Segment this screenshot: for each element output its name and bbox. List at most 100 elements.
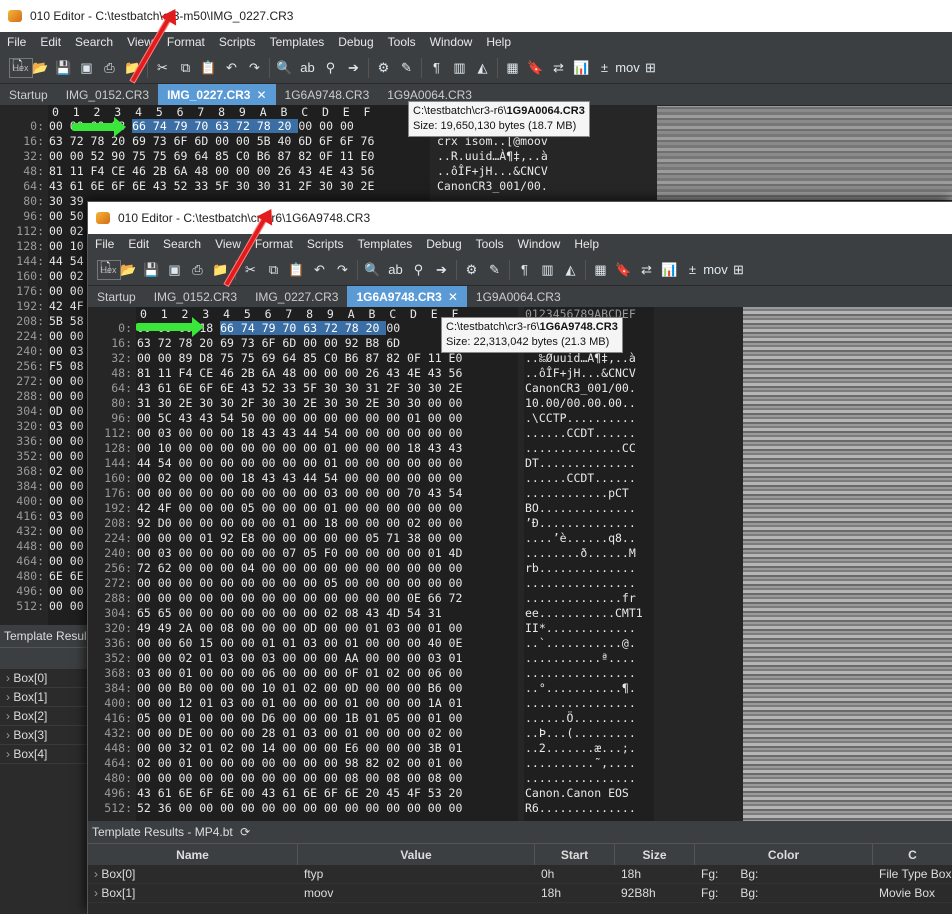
cut-icon[interactable]: ✂ [242,261,260,279]
open-folder-icon[interactable]: 📂 [32,59,50,77]
row-hex-bytes[interactable]: 00 00 [49,449,84,464]
menu-view[interactable]: View [208,237,248,251]
tree-row[interactable]: › Box[0] [0,669,87,688]
cut-icon[interactable]: ✂ [154,59,172,77]
row-ascii[interactable]: ..2.......æ...;. [525,741,636,756]
row-ascii[interactable]: BO.............. [525,501,636,516]
row-ascii[interactable]: ..............fr [525,591,636,606]
menu-search[interactable]: Search [68,35,120,49]
column-header-start[interactable]: Start [535,844,615,865]
row-ascii[interactable]: ..`...........@. [525,636,636,651]
tab-startup[interactable]: Startup [88,286,145,307]
row-hex-bytes[interactable]: 03 00 [49,509,84,524]
row-ascii[interactable]: ..R.uuid…À¶‡‚..à [437,149,548,164]
row-ascii[interactable]: ................ [525,666,636,681]
menu-scripts[interactable]: Scripts [212,35,263,49]
row-ascii[interactable]: ..........˜‚.... [525,756,636,771]
menu-format[interactable]: Format [160,35,212,49]
row-hex-bytes[interactable]: 5B 58 [49,314,84,329]
column-header-name[interactable]: Name [88,844,298,865]
row-ascii[interactable]: 10.00/00.00.00.. [525,396,636,411]
tab-1g9a0064-cr3[interactable]: 1G9A0064.CR3 [467,286,570,307]
compare-icon[interactable]: ⇄ [550,59,568,77]
tab-startup[interactable]: Startup [0,84,57,105]
row-hex-bytes[interactable]: F5 08 [49,359,84,374]
goto-icon[interactable]: ➔ [345,59,363,77]
refresh-icon[interactable]: ⟳ [240,825,250,839]
tree-row[interactable]: › Box[4] [0,745,87,764]
row-ascii[interactable]: ..°...........¶. [525,681,636,696]
hex-mode-icon[interactable]: Hex [96,259,121,280]
row-hex-bytes[interactable]: 00 00 [49,374,84,389]
template-row[interactable]: › Box[0] ftyp 0h 18h Fg: Bg: File Type Box [88,865,952,884]
menu-tools[interactable]: Tools [381,35,423,49]
paste-icon[interactable]: 📋 [200,59,218,77]
row-ascii[interactable]: R6.............. [525,801,636,816]
undo-icon[interactable]: ↶ [311,261,329,279]
close-icon[interactable]: ✕ [256,88,266,102]
menu-templates[interactable]: Templates [263,35,332,49]
menu-help[interactable]: Help [479,35,518,49]
row-hex-bytes[interactable]: 00 00 52 90 75 75 69 64 85 C0 B6 87 82 0… [49,149,374,164]
row-ascii[interactable]: ................ [525,771,636,786]
menu-window[interactable]: Window [511,237,568,251]
menu-debug[interactable]: Debug [419,237,468,251]
row-hex-bytes[interactable]: 44 54 00 00 00 00 00 00 00 01 00 00 00 0… [137,456,462,471]
row-hex-bytes[interactable]: 49 49 2A 00 08 00 00 00 0D 00 00 01 03 0… [137,621,462,636]
row-hex-bytes[interactable]: 65 65 00 00 00 00 00 00 00 02 08 43 4D 5… [137,606,442,621]
save-all-icon[interactable]: ▣ [166,261,184,279]
print-icon[interactable]: ⎙ [189,261,207,279]
row-hex-bytes[interactable]: 00 00 [49,284,84,299]
row-ascii[interactable]: ..............CC [525,441,636,456]
row-hex-bytes[interactable]: 00 02 [49,269,84,284]
row-hex-bytes[interactable]: 63 72 78 20 69 73 6F 6D 00 00 5B 40 6D 6… [49,134,374,149]
tree-row[interactable]: › Box[3] [0,726,87,745]
goto-icon[interactable]: ➔ [433,261,451,279]
row-hex-bytes[interactable]: 00 00 00 00 00 00 00 00 00 00 00 00 00 0… [137,591,462,606]
insert-icon[interactable]: ⊞ [642,59,660,77]
row-hex-bytes[interactable]: 42 4F 00 00 00 05 00 00 00 01 00 00 00 0… [137,501,462,516]
menu-tools[interactable]: Tools [469,237,511,251]
row-hex-bytes[interactable]: 00 03 00 00 00 18 43 43 44 54 00 00 00 0… [137,426,462,441]
row-ascii[interactable]: II*............. [525,621,636,636]
calculator-icon[interactable]: ▦ [504,59,522,77]
row-hex-bytes[interactable]: 00 00 [49,434,84,449]
row-hex-bytes[interactable]: 81 11 F4 CE 46 2B 6A 48 00 00 00 26 43 4… [49,164,374,179]
row-ascii[interactable]: Canon.Canon EOS [525,786,636,801]
menu-scripts[interactable]: Scripts [300,237,351,251]
column-header-value[interactable]: Value [298,844,535,865]
move-icon[interactable]: mov [703,261,728,279]
histogram-icon[interactable]: 📊 [573,59,591,77]
highlight-icon[interactable]: ◭ [562,261,580,279]
row-hex-bytes[interactable]: 42 4F [49,299,84,314]
row-ascii[interactable]: ................ [525,576,636,591]
row-hex-bytes[interactable]: 00 10 00 00 00 00 00 00 00 01 00 00 00 1… [137,441,462,456]
row-ascii[interactable]: ..ôÎF+jH...&CNCV [437,164,548,179]
row-hex-bytes[interactable]: 30 39 [49,194,84,209]
title-bar[interactable]: 010 Editor - C:\testbatch\cr3-m50\IMG_02… [0,0,952,32]
histogram-icon[interactable]: 📊 [661,261,679,279]
bookmark-icon[interactable]: 🔖 [615,261,633,279]
row-ascii[interactable]: .\CCTP.......... [525,411,636,426]
row-hex-bytes[interactable]: 6E 6E [49,569,84,584]
highlight-icon[interactable]: ◭ [474,59,492,77]
row-ascii[interactable]: ee...........CMT1 [525,606,643,621]
row-hex-bytes[interactable]: 81 11 F4 CE 46 2B 6A 48 00 00 00 26 43 4… [137,366,462,381]
menu-window[interactable]: Window [423,35,480,49]
save-icon[interactable]: 💾 [143,261,161,279]
template-icon[interactable]: ✎ [398,59,416,77]
row-ascii[interactable]: ’Ð.............. [525,516,636,531]
pilcrow-icon[interactable]: ¶ [516,261,534,279]
row-hex-bytes[interactable]: 72 62 00 00 00 04 00 00 00 00 00 00 00 0… [137,561,462,576]
row-ascii[interactable]: ......CCDT...... [525,426,636,441]
tree-row[interactable]: › Box[1] [0,688,87,707]
row-hex-bytes[interactable]: 00 00 [49,479,84,494]
row-hex-bytes[interactable]: 00 00 02 01 03 00 03 00 00 00 AA 00 00 0… [137,651,462,666]
tab-img-0227-cr3[interactable]: IMG_0227.CR3 [246,286,347,307]
row-hex-bytes[interactable]: 63 72 78 20 69 73 6F 6D 00 00 92 B8 6D [137,336,400,351]
row-ascii[interactable]: ......Ö......... [525,711,636,726]
save-all-icon[interactable]: ▣ [78,59,96,77]
row-hex-bytes[interactable]: 00 00 [49,554,84,569]
row-hex-bytes[interactable]: 43 61 6E 6F 6E 00 43 61 6E 6F 6E 20 45 4… [137,786,462,801]
tree-row[interactable]: › Box[2] [0,707,87,726]
